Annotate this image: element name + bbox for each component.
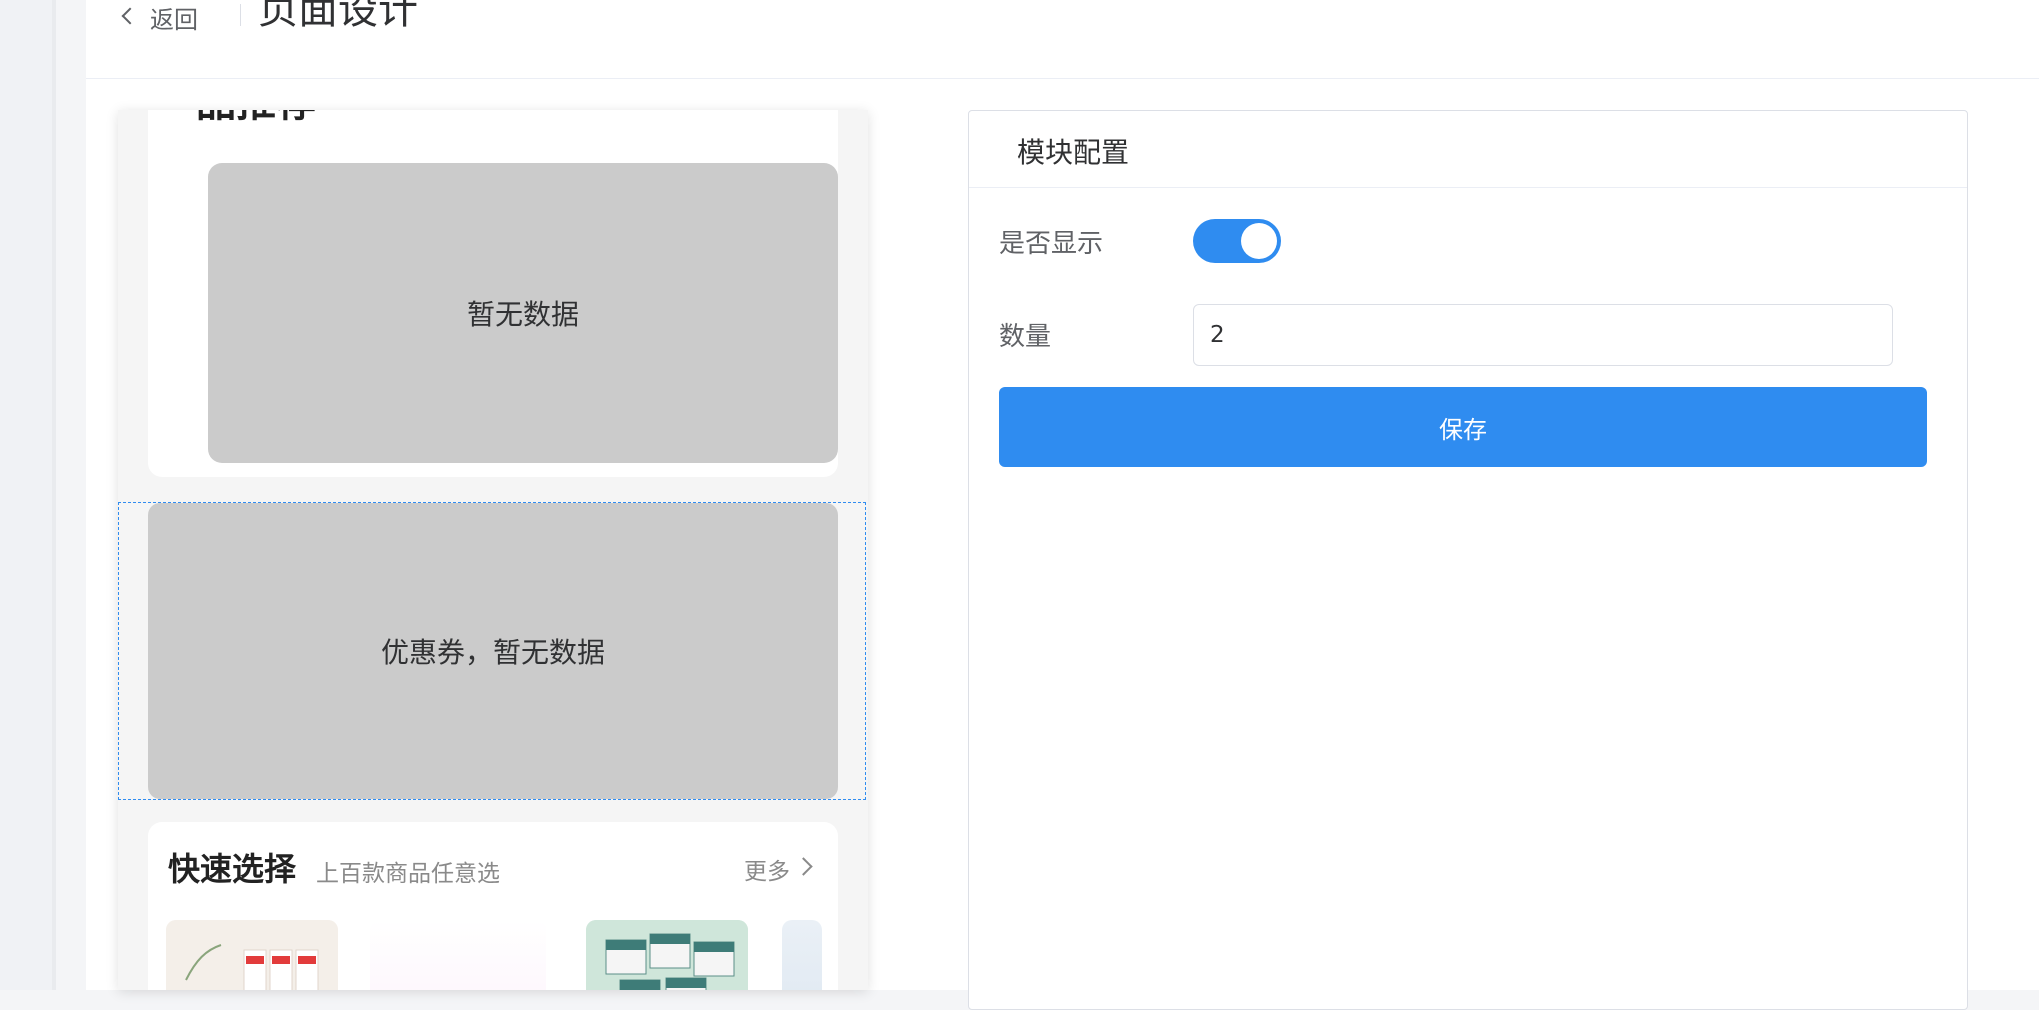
count-input[interactable] xyxy=(1193,304,1893,366)
config-panel-title: 模块配置 xyxy=(1017,136,1130,169)
product-image xyxy=(166,920,338,990)
left-sidebar-divider xyxy=(52,0,56,990)
product-image xyxy=(586,920,748,990)
count-label: 数量 xyxy=(999,322,1052,352)
quick-select-title: 快速选择 xyxy=(168,850,297,888)
module-config-panel: 模块配置 是否显示 数量 保存 xyxy=(968,110,1968,1010)
left-sidebar-strip xyxy=(0,0,56,990)
page-container: 返回 页面设计 品推荐 暂无数据 优惠券，暂无数据 快速选择 上百款商品任意选 … xyxy=(86,0,2039,1010)
header-divider xyxy=(240,4,241,26)
phone-preview[interactable]: 品推荐 暂无数据 优惠券，暂无数据 快速选择 上百款商品任意选 更多 xyxy=(118,110,868,990)
config-panel-divider xyxy=(969,187,1967,188)
product-thumbnail[interactable] xyxy=(166,920,338,990)
quick-select-module[interactable]: 快速选择 上百款商品任意选 更多 xyxy=(148,822,838,990)
show-toggle-switch[interactable] xyxy=(1193,219,1281,263)
show-toggle-label: 是否显示 xyxy=(999,229,1104,259)
back-button[interactable]: 返回 xyxy=(121,0,198,34)
chevron-left-icon xyxy=(121,7,139,25)
quick-select-more-link[interactable]: 更多 xyxy=(744,852,790,886)
product-thumbnail[interactable] xyxy=(586,920,748,990)
toggle-knob xyxy=(1241,223,1277,259)
recommend-empty-placeholder: 暂无数据 xyxy=(208,163,838,463)
back-label: 返回 xyxy=(150,5,198,34)
save-button[interactable]: 保存 xyxy=(999,387,1927,467)
page-header: 返回 页面设计 xyxy=(86,0,2039,79)
chevron-right-icon[interactable] xyxy=(794,857,813,876)
product-thumbnail[interactable] xyxy=(782,920,822,990)
recommend-module-title: 品推荐 xyxy=(196,110,316,128)
recommend-module[interactable]: 品推荐 暂无数据 xyxy=(148,110,838,477)
page-title: 页面设计 xyxy=(258,0,418,33)
quick-select-subtitle: 上百款商品任意选 xyxy=(316,861,500,887)
product-thumbnail[interactable] xyxy=(370,920,546,990)
coupon-empty-placeholder[interactable]: 优惠券，暂无数据 xyxy=(148,503,838,799)
